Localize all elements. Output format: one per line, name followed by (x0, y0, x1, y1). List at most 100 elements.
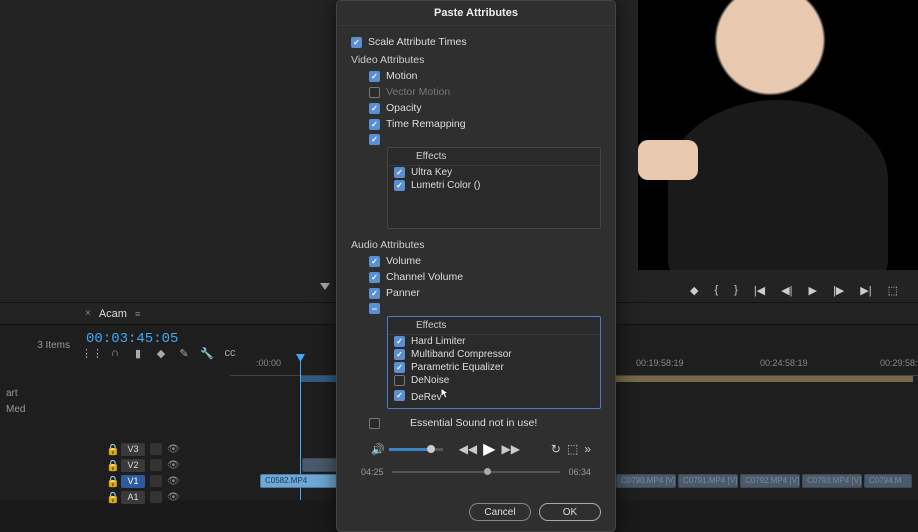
panner-checkbox[interactable] (369, 288, 380, 299)
dialog-title: Paste Attributes (337, 1, 615, 26)
more-icon[interactable]: » (584, 442, 591, 456)
ok-button[interactable]: OK (539, 503, 601, 521)
eye-icon[interactable]: 👁 (167, 444, 180, 455)
ruler-tick: 00:29:58:04 (880, 358, 918, 368)
paste-attributes-dialog: Paste Attributes Scale Attribute Times V… (336, 0, 616, 532)
channel-volume-checkbox[interactable] (369, 272, 380, 283)
effect-checkbox[interactable] (394, 375, 405, 386)
lock-icon[interactable]: 🔒 (106, 475, 116, 488)
track-a1: 🔒 A1 👁 (78, 489, 228, 505)
mute-toggle[interactable] (150, 443, 162, 455)
channel-volume-label: Channel Volume (386, 271, 463, 283)
add-marker-icon[interactable]: ◆ (690, 284, 698, 297)
time-remapping-checkbox[interactable] (369, 119, 380, 130)
effect-checkbox[interactable] (394, 336, 405, 347)
essential-sound-label: Essential Sound not in use! (386, 417, 537, 429)
marker2-icon[interactable]: ◆ (155, 347, 167, 359)
lock-icon[interactable]: 🔒 (106, 459, 116, 472)
clip[interactable]: C0793.MP4 [V] (802, 474, 862, 488)
step-back-icon[interactable]: ◀| (781, 284, 792, 297)
program-monitor (638, 0, 918, 270)
opacity-checkbox[interactable] (369, 103, 380, 114)
close-tab-icon[interactable]: × (85, 308, 91, 319)
audio-effects-header: Effects (416, 320, 446, 331)
clip[interactable]: C0791.MP4 [V] (678, 474, 738, 488)
audio-attributes-heading: Audio Attributes (351, 235, 601, 253)
link-icon[interactable]: ∩ (109, 347, 121, 359)
play-button[interactable]: ▶ (483, 439, 495, 459)
clip[interactable]: C0794.M (864, 474, 912, 488)
effect-checkbox[interactable] (394, 180, 405, 191)
snap-icon[interactable]: ⋮⋮ (86, 347, 98, 359)
marker-icon[interactable]: ▮ (132, 347, 144, 359)
cancel-button[interactable]: Cancel (469, 503, 531, 521)
left-row-art: art (0, 385, 78, 401)
clip[interactable] (302, 458, 337, 472)
out-point-icon[interactable]: } (734, 284, 738, 296)
speaker-icon[interactable]: 🔊 (371, 443, 385, 456)
scale-attribute-times-checkbox[interactable] (351, 37, 362, 48)
play-icon[interactable]: ▶ (808, 284, 816, 297)
essential-sound-checkbox[interactable] (369, 418, 380, 429)
eye-icon[interactable]: 👁 (167, 492, 180, 503)
work-area-bar[interactable] (613, 376, 913, 382)
effect-checkbox[interactable] (394, 349, 405, 360)
effect-label: Parametric Equalizer (411, 362, 504, 373)
goto-in-icon[interactable]: |◀ (754, 284, 765, 297)
settings-icon[interactable]: ✎ (178, 347, 190, 359)
track-label[interactable]: V1 (121, 475, 145, 488)
track-label[interactable]: V2 (121, 459, 145, 472)
filter-icon[interactable] (320, 283, 330, 290)
effect-checkbox[interactable] (394, 390, 405, 401)
track-label[interactable]: V3 (121, 443, 145, 456)
video-effects-checkbox[interactable] (369, 134, 380, 145)
motion-checkbox[interactable] (369, 71, 380, 82)
track-v3: 🔒 V3 👁 (78, 441, 228, 457)
vector-motion-checkbox[interactable] (369, 87, 380, 98)
items-count: 3 Items (37, 340, 70, 351)
rewind-icon[interactable]: ◀◀ (459, 442, 477, 456)
seek-slider[interactable] (392, 471, 561, 473)
scale-attribute-times-label: Scale Attribute Times (368, 36, 467, 48)
track-label[interactable]: A1 (121, 491, 145, 504)
effect-label: DeRev (411, 388, 450, 403)
vector-motion-label: Vector Motion (386, 86, 450, 98)
clip[interactable]: C0790.MP4 [V] (616, 474, 676, 488)
volume-checkbox[interactable] (369, 256, 380, 267)
fastfwd-icon[interactable]: ▶▶ (501, 442, 519, 456)
eye-icon[interactable]: 👁 (167, 476, 180, 487)
mute-toggle[interactable] (150, 475, 162, 487)
timeline-tools: ⋮⋮ ∩ ▮ ◆ ✎ 🔧 cc (86, 347, 236, 359)
project-panel (0, 0, 340, 300)
ruler-tick: 00:19:58:19 (636, 358, 684, 368)
clip[interactable]: C0792.MP4 [V] (740, 474, 800, 488)
playhead-timecode[interactable]: 00:03:45:05 (86, 331, 236, 347)
clip[interactable]: C0582.MP4 (260, 474, 338, 488)
in-point-icon[interactable]: { (714, 284, 718, 296)
transport-controls: ◆ { } |◀ ◀| ▶ |▶ ▶| ⬚ (618, 278, 918, 302)
wrench-icon[interactable]: 🔧 (201, 347, 213, 359)
opacity-label: Opacity (386, 102, 422, 114)
effect-label: Hard Limiter (411, 336, 465, 347)
audio-effects-checkbox[interactable] (369, 303, 380, 314)
export-frame-icon[interactable]: ⬚ (888, 284, 898, 297)
step-fwd-icon[interactable]: |▶ (833, 284, 844, 297)
loop-icon[interactable]: ↻ (551, 442, 561, 456)
eye-icon[interactable]: 👁 (167, 460, 180, 471)
effect-checkbox[interactable] (394, 167, 405, 178)
sequence-tab[interactable]: Acam (99, 308, 127, 320)
tab-menu-icon[interactable]: ≡ (135, 309, 140, 319)
volume-slider[interactable]: 🔊 (361, 443, 453, 456)
lock-icon[interactable]: 🔒 (106, 443, 116, 456)
effect-checkbox[interactable] (394, 362, 405, 373)
mute-toggle[interactable] (150, 459, 162, 471)
goto-out-icon[interactable]: ▶| (860, 284, 871, 297)
track-v1: 🔒 V1 👁 (78, 473, 228, 489)
effect-label: DeNoise (411, 375, 449, 386)
pip-icon[interactable]: ⬚ (567, 442, 578, 456)
effect-label: Multiband Compressor (411, 349, 512, 360)
volume-label: Volume (386, 255, 421, 267)
mute-toggle[interactable] (150, 491, 162, 503)
lock-icon[interactable]: 🔒 (106, 491, 116, 504)
video-attributes-heading: Video Attributes (351, 50, 601, 68)
